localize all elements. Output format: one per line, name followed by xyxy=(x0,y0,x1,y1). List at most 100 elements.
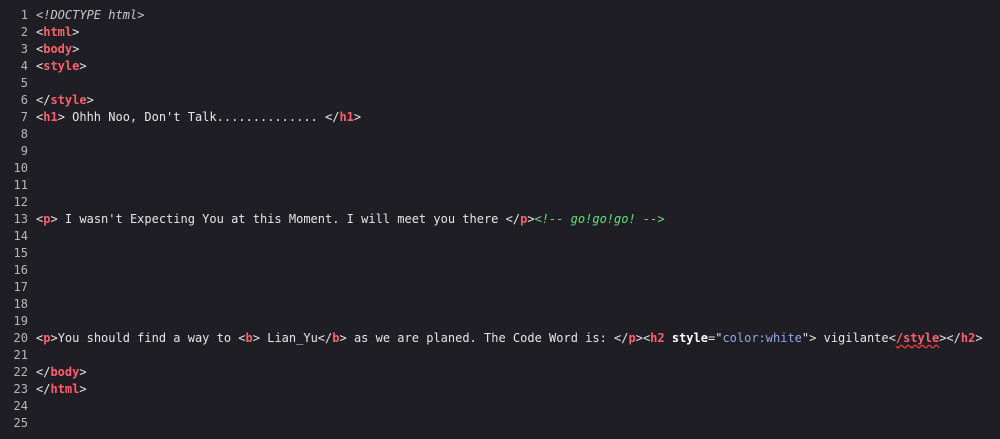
code-line[interactable]: 9 xyxy=(0,143,1000,160)
code-line[interactable]: 1 <!DOCTYPE html> xyxy=(0,7,1000,24)
line-code[interactable]: <h1> Ohhh Noo, Don't Talk.............. … xyxy=(36,109,1000,126)
line-code[interactable]: <p>You should find a way to <b> Lian_Yu<… xyxy=(36,330,1000,347)
line-code[interactable]: </body> xyxy=(36,364,1000,381)
code-line[interactable]: 5 xyxy=(0,75,1000,92)
code-token-plain: > as we are planed. The Code Word is: </ xyxy=(339,331,629,345)
line-number: 3 xyxy=(20,42,28,56)
code-line[interactable]: 17 xyxy=(0,279,1000,296)
code-token-plain: > xyxy=(79,382,87,396)
code-token-plain: > Lian_Yu</ xyxy=(252,331,333,345)
line-code[interactable] xyxy=(36,415,1000,432)
line-code[interactable]: </style> xyxy=(36,92,1000,109)
code-token-plain: =" xyxy=(707,331,723,345)
line-code[interactable] xyxy=(36,347,1000,364)
line-code[interactable] xyxy=(36,75,1000,92)
line-number: 13 xyxy=(13,212,28,226)
line-code[interactable]: <!DOCTYPE html> xyxy=(36,7,1000,24)
code-line[interactable]: 18 xyxy=(0,296,1000,313)
code-token-tag: html xyxy=(50,382,80,396)
line-code[interactable] xyxy=(36,262,1000,279)
line-code[interactable] xyxy=(36,143,1000,160)
code-token-error: /style xyxy=(895,331,940,345)
code-token-tag: body xyxy=(50,365,80,379)
code-token-plain: >You should find a way to < xyxy=(50,331,246,345)
code-line[interactable]: 13 <p> I wasn't Expecting You at this Mom… xyxy=(0,211,1000,228)
line-number: 25 xyxy=(13,416,28,430)
code-token-tag: b xyxy=(245,331,253,345)
code-line[interactable]: 22 </body> xyxy=(0,364,1000,381)
code-line[interactable]: 2 <html> xyxy=(0,24,1000,41)
code-line[interactable]: 25 xyxy=(0,415,1000,432)
code-line[interactable]: 6 </style> xyxy=(0,92,1000,109)
line-code[interactable] xyxy=(36,194,1000,211)
code-token-tag: h1 xyxy=(43,110,58,124)
line-code[interactable]: <style> xyxy=(36,58,1000,75)
line-code[interactable]: <p> I wasn't Expecting You at this Momen… xyxy=(36,211,1000,228)
code-line[interactable]: 3 <body> xyxy=(0,41,1000,58)
code-token-plain: </ xyxy=(36,93,51,107)
code-line[interactable]: 15 xyxy=(0,245,1000,262)
line-number: 5 xyxy=(20,76,28,90)
code-line[interactable]: 16 xyxy=(0,262,1000,279)
line-code[interactable] xyxy=(36,228,1000,245)
line-code[interactable] xyxy=(36,245,1000,262)
code-line[interactable]: 11 xyxy=(0,177,1000,194)
code-token-plain: </ xyxy=(36,382,51,396)
code-token-tag: h2 xyxy=(650,331,665,345)
code-line[interactable]: 10 xyxy=(0,160,1000,177)
code-token-plain: ></ xyxy=(939,331,961,345)
line-number: 19 xyxy=(13,314,28,328)
code-token-tag: h1 xyxy=(339,110,354,124)
code-token-plain: >< xyxy=(635,331,651,345)
line-code[interactable]: </html> xyxy=(36,381,1000,398)
code-line[interactable]: 23 </html> xyxy=(0,381,1000,398)
line-number: 9 xyxy=(20,144,28,158)
line-number: 16 xyxy=(13,263,28,277)
code-line[interactable]: 8 xyxy=(0,126,1000,143)
line-number: 4 xyxy=(20,59,28,73)
line-code[interactable]: <body> xyxy=(36,41,1000,58)
line-number: 1 xyxy=(20,8,28,22)
code-token-tag: h2 xyxy=(960,331,976,345)
code-line[interactable]: 20 <p>You should find a way to <b> Lian_Y… xyxy=(0,330,1000,347)
line-number: 23 xyxy=(13,382,28,396)
code-token-tag: p xyxy=(628,331,636,345)
code-token-plain: > xyxy=(527,212,535,226)
code-line[interactable]: 4 <style> xyxy=(0,58,1000,75)
line-code[interactable] xyxy=(36,398,1000,415)
code-line[interactable]: 21 xyxy=(0,347,1000,364)
code-token-plain: > xyxy=(975,331,983,345)
line-number: 14 xyxy=(13,229,28,243)
code-token-plain: > xyxy=(72,25,80,39)
line-number: 22 xyxy=(13,365,28,379)
code-token-tag: b xyxy=(332,331,340,345)
line-number: 17 xyxy=(13,280,28,294)
line-code[interactable] xyxy=(36,296,1000,313)
code-line[interactable]: 12 xyxy=(0,194,1000,211)
code-token-string: color:white xyxy=(722,331,802,345)
line-number: 12 xyxy=(13,195,28,209)
code-token-plain: > xyxy=(353,110,362,124)
line-number: 10 xyxy=(13,161,28,175)
line-code[interactable]: <html> xyxy=(36,24,1000,41)
code-token-plain: > xyxy=(86,93,94,107)
line-code[interactable] xyxy=(36,160,1000,177)
code-token-attr: style xyxy=(671,331,708,345)
line-code[interactable] xyxy=(36,313,1000,330)
code-editor[interactable]: 1 <!DOCTYPE html> 2 <html> 3 <body> 4 <style> 5 6… xyxy=(0,0,1000,439)
line-code[interactable] xyxy=(36,126,1000,143)
code-token-doctype: <!DOCTYPE html> xyxy=(36,8,145,22)
line-code[interactable] xyxy=(36,279,1000,296)
line-number: 11 xyxy=(13,178,28,192)
code-token-comment: <!-- go!go!go! --> xyxy=(534,212,665,226)
code-line[interactable]: 19 xyxy=(0,313,1000,330)
code-line[interactable]: 7 <h1> Ohhh Noo, Don't Talk..............… xyxy=(0,109,1000,126)
code-token-plain: "> vigilante< xyxy=(801,331,896,345)
code-token-plain: > I wasn't Expecting You at this Moment.… xyxy=(50,212,521,226)
line-number: 24 xyxy=(13,399,28,413)
line-number: 21 xyxy=(13,348,28,362)
code-line[interactable]: 14 xyxy=(0,228,1000,245)
code-line[interactable]: 24 xyxy=(0,398,1000,415)
line-code[interactable] xyxy=(36,177,1000,194)
